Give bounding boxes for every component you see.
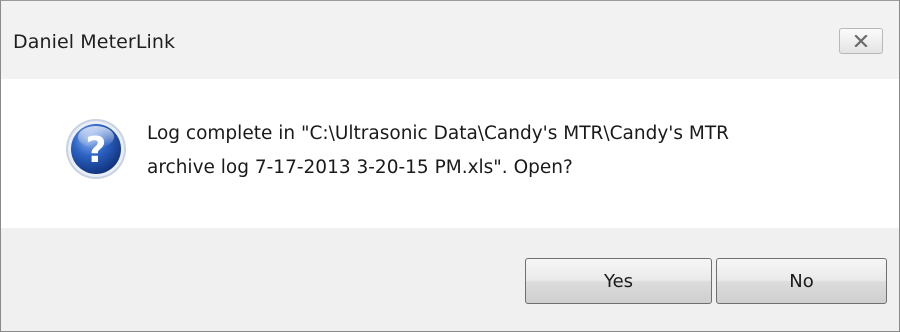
question-icon: ? — [66, 119, 126, 179]
title-bar[interactable]: Daniel MeterLink — [1, 1, 899, 79]
close-icon — [854, 35, 868, 47]
question-glyph: ? — [86, 130, 107, 171]
window-title: Daniel MeterLink — [13, 31, 176, 53]
dialog-body: ? Log complete in "C:\Ultrasonic Data\Ca… — [1, 79, 899, 228]
message-dialog: Daniel MeterLink ? Log complete in "C:\U… — [0, 0, 900, 332]
dialog-message: Log complete in "C:\Ultrasonic Data\Cand… — [147, 123, 730, 178]
button-bar: Yes No — [1, 228, 899, 331]
yes-button[interactable]: Yes — [525, 258, 712, 304]
close-button[interactable] — [839, 28, 883, 54]
no-button[interactable]: No — [716, 258, 887, 304]
